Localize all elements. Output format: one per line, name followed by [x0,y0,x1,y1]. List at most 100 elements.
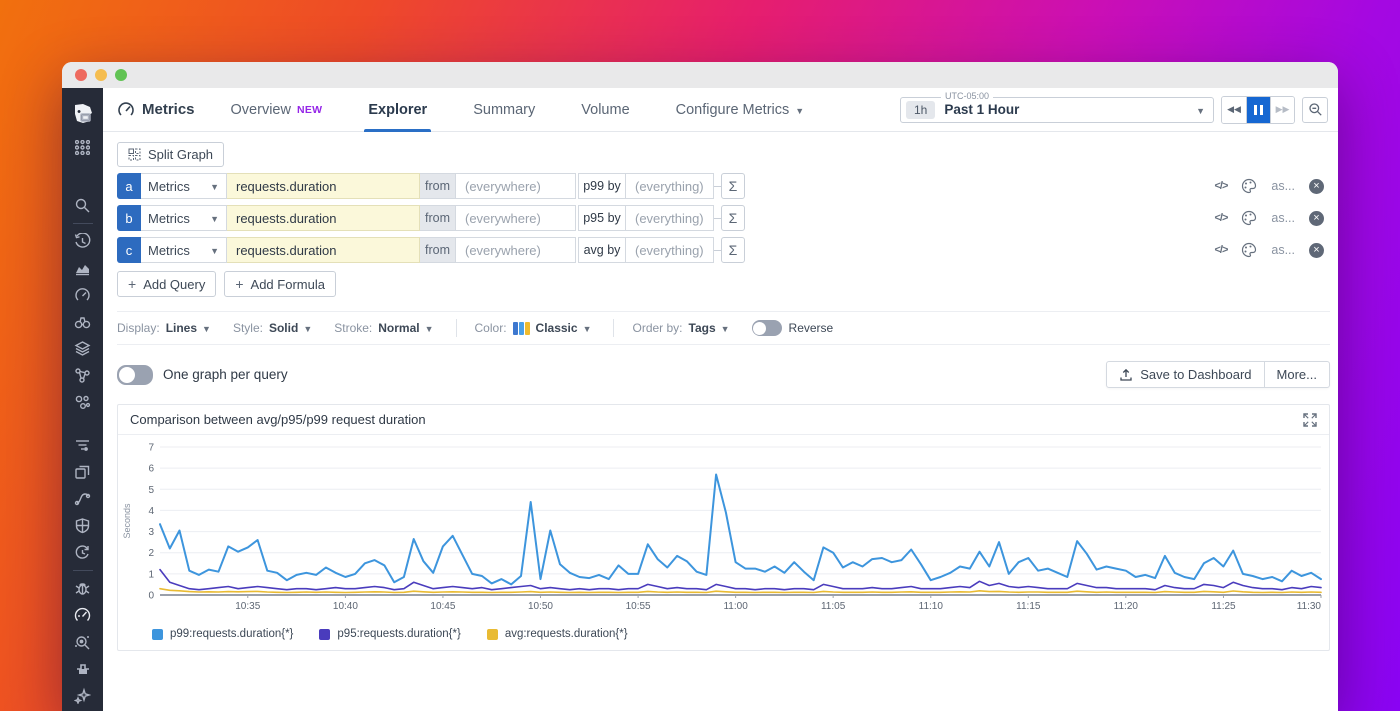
filter-funnel-icon[interactable] [62,432,103,459]
time-range-picker[interactable]: UTC-05:00 1h Past 1 Hour ▼ [900,97,1214,123]
alias-as-button[interactable]: as... [1271,179,1295,193]
apps-grid-icon[interactable] [62,134,103,161]
new-badge: NEW [297,104,322,116]
metric-name-input[interactable]: requests.duration [227,173,420,199]
remove-query-icon[interactable]: × [1309,179,1324,194]
tab-summary[interactable]: Summary [465,88,543,132]
query-source-select[interactable]: Metrics▼ [141,173,227,199]
chevron-down-icon: ▼ [210,214,219,224]
group-by-input[interactable]: (everything) [626,173,714,199]
legend-item-p95[interactable]: p95:requests.duration{*} [319,628,460,640]
scope-input[interactable]: (everywhere) [456,205,576,231]
aggregator-select[interactable]: p95 by [578,205,626,231]
datadog-logo-icon[interactable] [62,94,103,134]
sync-clock-icon[interactable] [62,539,103,566]
query-source-select[interactable]: Metrics▼ [141,205,227,231]
style-select[interactable]: Style: Solid ▼ [233,321,312,335]
zoom-out-button[interactable] [1302,97,1328,123]
zoom-window-button[interactable] [115,69,127,81]
code-view-icon[interactable]: </> [1214,212,1227,224]
split-graph-button[interactable]: Split Graph [117,142,224,167]
remove-query-icon[interactable]: × [1309,243,1324,258]
svg-text:10:35: 10:35 [235,601,260,612]
sigma-rollup-button[interactable]: Σ [721,237,745,263]
close-window-button[interactable] [75,69,87,81]
query-row-a: a Metrics▼ requests.duration from (every… [117,173,1330,199]
svg-text:11:25: 11:25 [1211,601,1236,612]
layers-cube-icon[interactable] [62,335,103,362]
metrics-graph-icon[interactable] [62,255,103,282]
tab-volume[interactable]: Volume [573,88,637,132]
sigma-rollup-button[interactable]: Σ [721,173,745,199]
time-backward-button[interactable]: ◀◀ [1222,97,1246,123]
legend-item-p99[interactable]: p99:requests.duration{*} [152,628,293,640]
expand-icon[interactable] [1303,413,1317,427]
aggregator-select[interactable]: p99 by [578,173,626,199]
add-formula-button[interactable]: +Add Formula [224,271,336,297]
display-options-row: Display: Lines ▼ Style: Solid ▼ Stroke: … [117,311,1330,345]
binoculars-icon[interactable] [62,309,103,336]
query-letter-badge: b [117,205,141,231]
chevron-down-icon: ▼ [202,324,211,334]
display-select[interactable]: Display: Lines ▼ [117,321,211,335]
chart-title: Comparison between avg/p95/p99 request d… [130,412,426,427]
scope-input[interactable]: (everywhere) [456,237,576,263]
svg-text:10:45: 10:45 [430,601,455,612]
tab-overview[interactable]: Overview NEW [223,88,331,132]
metric-name-input[interactable]: requests.duration [227,205,420,231]
query-source-select[interactable]: Metrics▼ [141,237,227,263]
scope-input[interactable]: (everywhere) [456,173,576,199]
palette-icon[interactable] [1241,178,1257,194]
palette-icon[interactable] [1241,242,1257,258]
code-view-icon[interactable]: </> [1214,180,1227,192]
plus-icon: + [235,276,243,292]
chevron-down-icon: ▼ [1196,106,1205,116]
bug-icon[interactable] [62,575,103,602]
metric-name-input[interactable]: requests.duration [227,237,420,263]
monitor-gauge-icon[interactable] [62,282,103,309]
time-forward-button[interactable]: ▶▶ [1270,97,1294,123]
group-by-input[interactable]: (everything) [626,237,714,263]
plus-icon: + [128,276,136,292]
time-pause-button[interactable] [1246,97,1270,123]
more-button[interactable]: More... [1264,362,1329,387]
watchdog-icon[interactable] [62,629,103,656]
security-shield-icon[interactable] [62,512,103,539]
network-map-icon[interactable] [62,362,103,389]
svg-text:5: 5 [148,485,154,496]
copilot-sparkle-icon[interactable] [62,682,103,709]
search-icon[interactable] [62,192,103,219]
svg-text:10:50: 10:50 [528,601,553,612]
process-cluster-icon[interactable] [62,389,103,416]
aggregator-select[interactable]: avg by [578,237,626,263]
legend-item-avg[interactable]: avg:requests.duration{*} [487,628,628,640]
one-graph-per-query-toggle[interactable] [117,365,153,385]
integrations-icon[interactable] [62,655,103,682]
from-label: from [420,205,456,231]
alias-as-button[interactable]: as... [1271,211,1295,225]
tab-explorer[interactable]: Explorer [360,88,435,132]
group-by-input[interactable]: (everything) [626,205,714,231]
svg-text:11:00: 11:00 [723,601,748,612]
metrics-gauge-icon [117,101,135,119]
chart-plot-area[interactable]: 0123456710:3510:4010:4510:5010:5511:0011… [118,435,1329,620]
add-query-button[interactable]: +Add Query [117,271,216,297]
minimize-window-button[interactable] [95,69,107,81]
dashboards-icon[interactable] [62,459,103,486]
svg-text:0: 0 [148,591,154,602]
reverse-toggle[interactable] [752,320,782,336]
tab-configure-metrics[interactable]: Configure Metrics ▼ [668,88,813,132]
sigma-rollup-button[interactable]: Σ [721,205,745,231]
apm-trace-icon[interactable] [62,486,103,513]
order-by-select[interactable]: Order by: Tags ▼ [632,321,729,335]
history-icon[interactable] [62,228,103,255]
color-select[interactable]: Color: Classic ▼ [475,321,592,335]
save-to-dashboard-button[interactable]: Save to Dashboard [1107,362,1263,387]
remove-query-icon[interactable]: × [1309,211,1324,226]
legend-swatch [152,629,163,640]
metrics-speedometer-icon[interactable] [62,602,103,629]
code-view-icon[interactable]: </> [1214,244,1227,256]
stroke-select[interactable]: Stroke: Normal ▼ [334,321,433,335]
palette-icon[interactable] [1241,210,1257,226]
alias-as-button[interactable]: as... [1271,243,1295,257]
